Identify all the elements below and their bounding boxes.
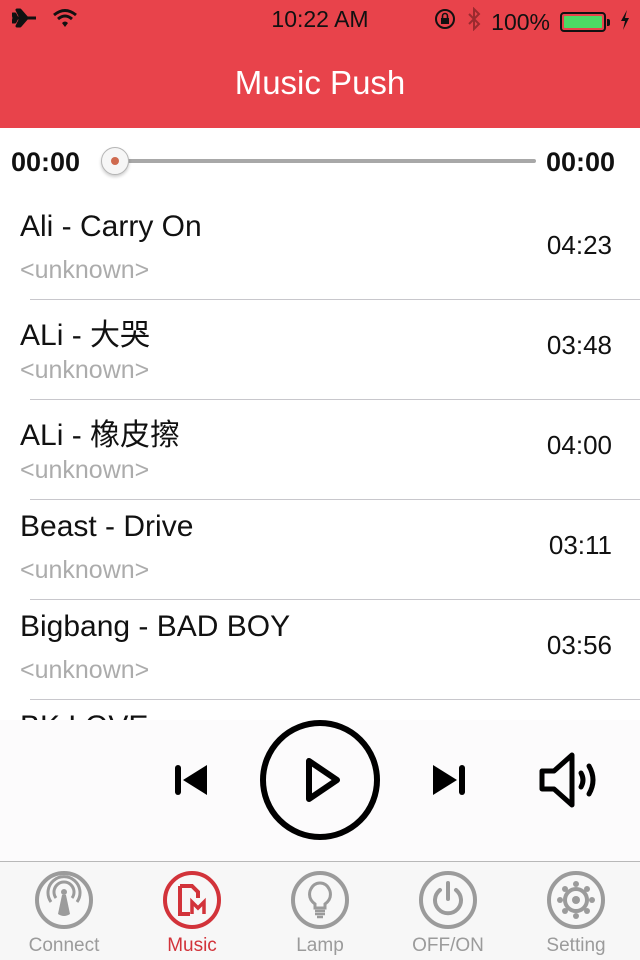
track-row[interactable]: Bigbang - BAD BOY <unknown> 03:56 [0, 600, 640, 700]
track-duration: 03:48 [546, 330, 612, 360]
battery-fill [564, 16, 602, 28]
tab-label: OFF/ON [412, 935, 484, 956]
track-row[interactable]: Ali - Carry On <unknown> 04:23 [0, 200, 640, 300]
rotation-lock-icon [433, 7, 457, 37]
track-row[interactable]: BK LOVE [0, 700, 640, 720]
gear-icon [546, 870, 606, 930]
track-duration: 03:56 [546, 630, 612, 660]
tab-label: Music [167, 935, 217, 956]
charging-icon [620, 9, 630, 36]
tab-music[interactable]: Music [128, 862, 256, 960]
track-title: ALi - 大哭 [20, 319, 151, 352]
previous-button[interactable] [166, 760, 216, 804]
tab-connect[interactable]: Connect [0, 862, 128, 960]
seek-thumb[interactable] [101, 147, 129, 175]
elapsed-time: 00:00 [11, 147, 81, 177]
tab-bar: Connect Music Lamp OFF/ON Setting [0, 862, 640, 960]
track-artist: <unknown> [20, 556, 150, 584]
status-bar: 10:22 AM 100% [0, 0, 640, 40]
track-title: Beast - Drive [20, 510, 194, 543]
player-controls [0, 719, 640, 862]
music-icon [162, 870, 222, 930]
status-right: 100% [433, 6, 630, 37]
previous-icon [173, 763, 209, 802]
track-duration: 03:11 [548, 530, 612, 560]
battery-icon [560, 12, 610, 32]
track-artist: <unknown> [20, 456, 150, 484]
battery-percent: 100% [491, 8, 550, 35]
seek-track[interactable] [104, 159, 536, 163]
page-title: Music Push [234, 64, 406, 101]
power-icon [418, 870, 478, 930]
track-artist: <unknown> [20, 256, 150, 284]
tab-off-on[interactable]: OFF/ON [384, 862, 512, 960]
antenna-icon [34, 870, 94, 930]
progress-bar: 00:00 00:00 [0, 130, 640, 196]
track-row[interactable]: ALi - 橡皮擦 <unknown> 04:00 [0, 400, 640, 500]
header: 10:22 AM 100% Music Push [0, 0, 640, 128]
tab-setting[interactable]: Setting [512, 862, 640, 960]
tab-lamp[interactable]: Lamp [256, 862, 384, 960]
total-time: 00:00 [545, 147, 615, 177]
seek-thumb-dot [111, 157, 119, 165]
track-title: Bigbang - BAD BOY [20, 610, 291, 643]
tab-label: Setting [546, 935, 606, 956]
track-list[interactable]: Ali - Carry On <unknown> 04:23 ALi - 大哭 … [0, 200, 640, 720]
track-artist: <unknown> [20, 656, 150, 684]
play-button[interactable] [259, 719, 381, 846]
track-row[interactable]: ALi - 大哭 <unknown> 03:48 [0, 300, 640, 400]
track-row[interactable]: Beast - Drive <unknown> 03:11 [0, 500, 640, 600]
next-button[interactable] [424, 760, 474, 804]
track-title: Ali - Carry On [20, 210, 202, 243]
play-icon [259, 719, 381, 846]
track-title: BK LOVE [20, 710, 148, 720]
track-artist: <unknown> [20, 356, 150, 384]
track-title: ALi - 橡皮擦 [20, 419, 181, 452]
bluetooth-icon [467, 6, 481, 37]
tab-label: Lamp [296, 935, 344, 956]
lightbulb-icon [290, 870, 350, 930]
tab-label: Connect [28, 935, 100, 956]
volume-icon [536, 749, 602, 816]
volume-button[interactable] [534, 750, 604, 814]
next-icon [431, 763, 467, 802]
track-duration: 04:23 [546, 230, 612, 260]
track-duration: 04:00 [546, 430, 612, 460]
